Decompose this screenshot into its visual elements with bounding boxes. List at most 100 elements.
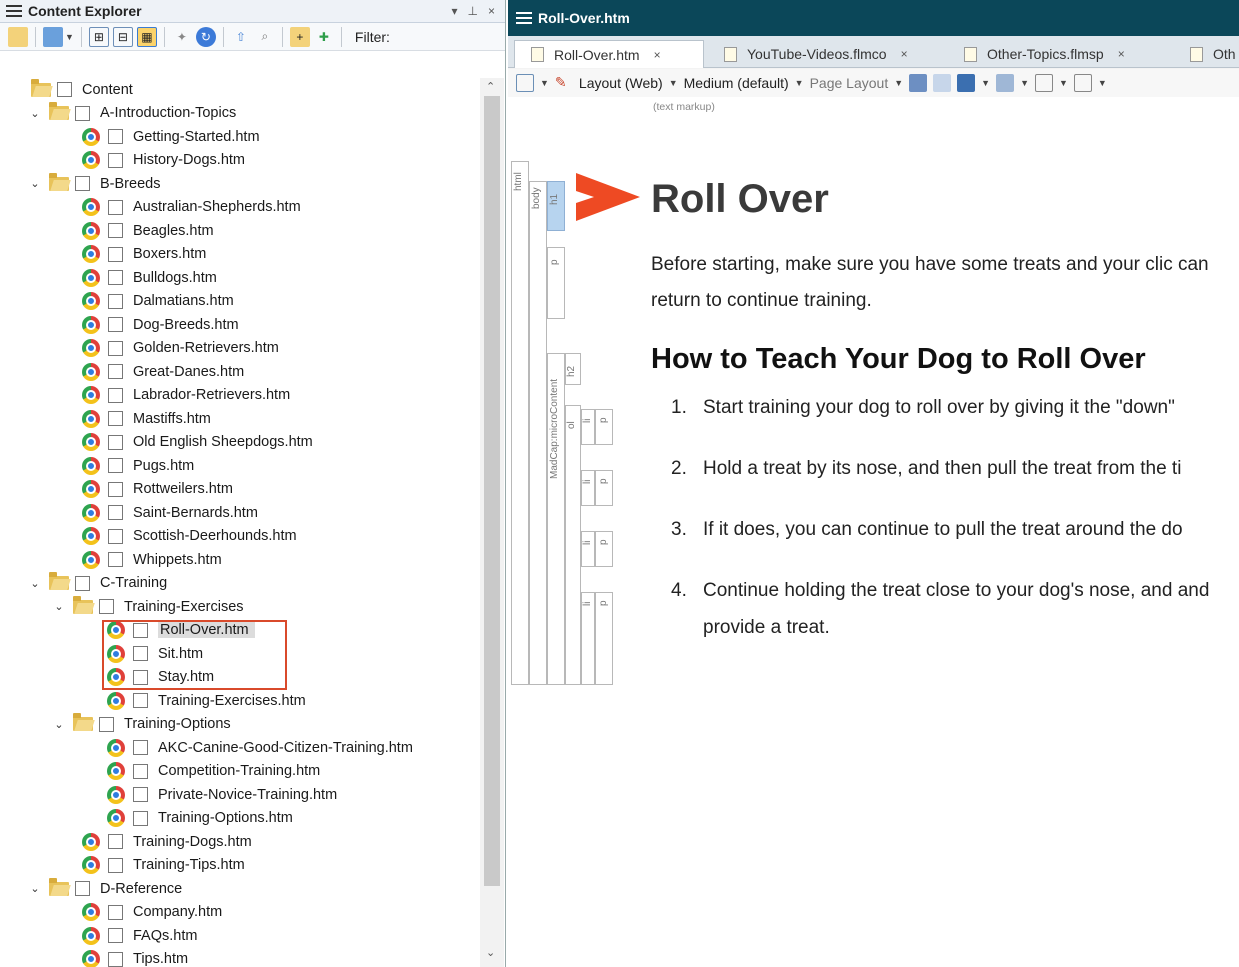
- close-tab-icon[interactable]: ×: [1118, 47, 1125, 61]
- structure-bar-html[interactable]: [511, 161, 529, 685]
- structure-bar-li-p[interactable]: [595, 409, 613, 445]
- page-layout-dropdown[interactable]: Page Layout: [810, 75, 889, 91]
- tab-other-topics[interactable]: Other-Topics.flmsp ×: [948, 40, 1170, 68]
- tree-file[interactable]: Training-Exercises.htm: [107, 689, 306, 712]
- scroll-thumb[interactable]: [484, 96, 500, 886]
- tree-file[interactable]: Stay.htm: [107, 666, 214, 689]
- chevron-down-icon[interactable]: ⌄: [53, 600, 65, 613]
- checkbox[interactable]: [75, 105, 90, 121]
- new-file-icon[interactable]: ✚: [314, 27, 334, 47]
- tree-file[interactable]: Old English Sheepdogs.htm: [82, 431, 313, 454]
- tree-file[interactable]: Pugs.htm: [82, 454, 194, 477]
- styles-icon[interactable]: ✎: [555, 74, 573, 92]
- pane-controls[interactable]: ▾ ⊥ ×: [452, 4, 506, 18]
- chevron-down-icon[interactable]: ▼: [669, 78, 678, 88]
- collapse-all-icon[interactable]: ⊟: [112, 26, 133, 47]
- list-item[interactable]: 1. Start training your dog to roll over b…: [651, 389, 1239, 426]
- checkbox[interactable]: [108, 246, 123, 262]
- variable-icon[interactable]: [1034, 74, 1053, 92]
- tree-folder[interactable]: ⌄ D-Reference: [29, 877, 182, 900]
- tree-file[interactable]: Training-Options.htm: [107, 807, 293, 830]
- structure-bar-ol[interactable]: [565, 405, 581, 685]
- tree-file[interactable]: Getting-Started.htm: [82, 125, 260, 148]
- tree-file[interactable]: Mastiffs.htm: [82, 407, 211, 430]
- checkbox[interactable]: [108, 270, 123, 285]
- scroll-down-icon[interactable]: ⌄: [486, 946, 495, 959]
- open-folder-icon[interactable]: [8, 26, 28, 47]
- structure-bar-li-p[interactable]: [595, 470, 613, 506]
- intro-paragraph[interactable]: Before starting, make sure you have some…: [651, 247, 1231, 319]
- checkbox[interactable]: [133, 787, 148, 802]
- tree-file[interactable]: Private-Novice-Training.htm: [107, 783, 337, 806]
- tree-file[interactable]: Dalmatians.htm: [82, 290, 234, 313]
- list-item[interactable]: 2. Hold a treat by its nose, and then pul…: [651, 450, 1239, 487]
- chevron-down-icon[interactable]: ▼: [540, 78, 549, 88]
- bookmark-icon[interactable]: ✦: [172, 27, 192, 47]
- checkbox[interactable]: [108, 223, 123, 238]
- table-icon[interactable]: [996, 74, 1015, 92]
- structure-bar-body[interactable]: [529, 181, 547, 685]
- checkbox[interactable]: [108, 387, 123, 403]
- list-item[interactable]: 4. Continue holding the treat close to yo…: [651, 572, 1211, 646]
- tree-file[interactable]: Golden-Retrievers.htm: [82, 337, 279, 360]
- checkbox[interactable]: [108, 904, 123, 920]
- checkbox[interactable]: [108, 528, 123, 544]
- checkbox[interactable]: [108, 552, 123, 567]
- checkbox[interactable]: [108, 317, 123, 332]
- structure-bar-li-p[interactable]: [595, 531, 613, 567]
- close-icon[interactable]: ×: [488, 4, 495, 18]
- chevron-down-icon[interactable]: ▼: [1020, 78, 1029, 88]
- dropdown-arrow-icon[interactable]: ▾: [452, 4, 458, 18]
- structure-bar-li[interactable]: [581, 409, 595, 445]
- tree-file[interactable]: FAQs.htm: [82, 924, 197, 947]
- tree-file[interactable]: AKC-Canine-Good-Citizen-Training.htm: [107, 736, 413, 759]
- chevron-down-icon[interactable]: ⌄: [29, 177, 41, 190]
- checkbox[interactable]: [108, 411, 123, 426]
- tree-file[interactable]: Tips.htm: [82, 948, 188, 967]
- checkbox[interactable]: [108, 340, 123, 356]
- tree-file[interactable]: Great-Danes.htm: [82, 360, 244, 383]
- tree-folder[interactable]: ⌄ Training-Exercises: [53, 595, 244, 618]
- checkbox[interactable]: [133, 646, 148, 661]
- checkbox[interactable]: [108, 857, 123, 873]
- tree-file[interactable]: Dog-Breeds.htm: [82, 313, 239, 336]
- tree-folder[interactable]: ⌄ C-Training: [29, 572, 167, 595]
- grid-view-icon[interactable]: ▦: [136, 26, 157, 47]
- checkbox[interactable]: [108, 951, 123, 967]
- tree-folder[interactable]: Content: [31, 78, 133, 101]
- chevron-down-icon[interactable]: ▼: [981, 78, 990, 88]
- checkbox[interactable]: [108, 364, 123, 379]
- scroll-up-icon[interactable]: ⌃: [486, 80, 495, 93]
- heading-h2[interactable]: How to Teach Your Dog to Roll Over: [651, 339, 1239, 379]
- chevron-down-icon[interactable]: ▼: [1098, 78, 1107, 88]
- checkbox[interactable]: [108, 152, 123, 168]
- structure-bar-li[interactable]: [581, 531, 595, 567]
- layout-dropdown[interactable]: Layout (Web): [579, 75, 663, 91]
- new-folder-icon[interactable]: +: [289, 26, 310, 47]
- tree-file[interactable]: History-Dogs.htm: [82, 149, 245, 172]
- checkbox[interactable]: [108, 458, 123, 473]
- structure-bar-p[interactable]: [547, 247, 565, 319]
- tab-youtube-videos[interactable]: YouTube-Videos.flmco ×: [708, 40, 944, 68]
- view-icon[interactable]: [43, 26, 63, 47]
- close-tab-icon[interactable]: ×: [901, 47, 908, 61]
- tree-file[interactable]: Australian-Shepherds.htm: [82, 196, 301, 219]
- tree-file[interactable]: Whippets.htm: [82, 548, 222, 571]
- tree-file[interactable]: Competition-Training.htm: [107, 760, 320, 783]
- chevron-down-icon[interactable]: ⌄: [29, 107, 41, 120]
- chevron-down-icon[interactable]: ▼: [65, 32, 74, 42]
- checkbox[interactable]: [108, 199, 123, 215]
- checkbox[interactable]: [108, 928, 123, 943]
- text-format-icon[interactable]: [1073, 74, 1092, 92]
- tree-file[interactable]: Saint-Bernards.htm: [82, 501, 258, 524]
- structure-bar-li[interactable]: [581, 470, 595, 506]
- checkbox[interactable]: [75, 881, 90, 896]
- list-item[interactable]: 3. If it does, you can continue to pull t…: [651, 511, 1239, 548]
- tree-file[interactable]: Beagles.htm: [82, 219, 214, 242]
- tree-file[interactable]: Sit.htm: [107, 642, 203, 665]
- tree-file[interactable]: Roll-Over.htm: [107, 619, 255, 642]
- insert-icon[interactable]: [909, 74, 928, 92]
- image-icon[interactable]: [933, 74, 952, 92]
- menu-icon[interactable]: [6, 5, 22, 17]
- tree-file[interactable]: Training-Tips.htm: [82, 854, 245, 877]
